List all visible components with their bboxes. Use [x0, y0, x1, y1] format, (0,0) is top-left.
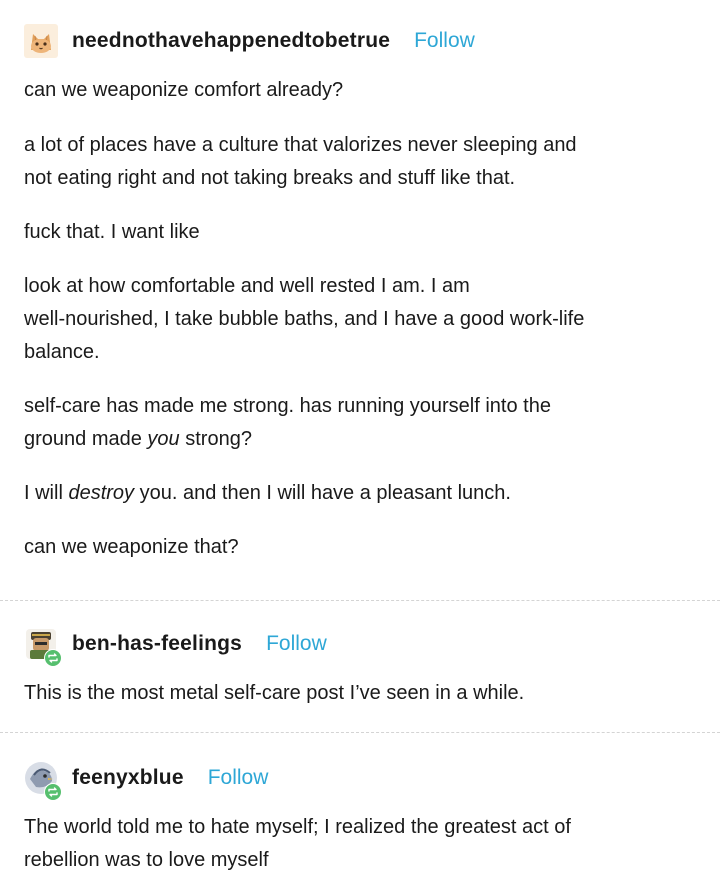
paragraph-line: balance.: [24, 341, 100, 363]
paragraph-line: ground made: [24, 428, 148, 450]
emphasis-text: destroy: [68, 482, 135, 504]
paragraph-line: fuck that. I want like: [24, 221, 200, 243]
character-avatar-icon[interactable]: [24, 627, 62, 667]
cat-avatar-icon[interactable]: [24, 24, 58, 58]
paragraph-line: a lot of places have a culture that valo…: [24, 134, 577, 156]
post-paragraph: a lot of places have a culture that valo…: [24, 129, 690, 195]
post-paragraph: look at how comfortable and well rested …: [24, 270, 690, 369]
post-paragraph: self-care has made me strong. has runnin…: [24, 390, 690, 456]
post-header: ben-has-feelings Follow: [24, 627, 690, 667]
paragraph-line: strong?: [179, 428, 252, 450]
post-paragraph: I will destroy you. and then I will have…: [24, 477, 690, 510]
paragraph-line: look at how comfortable and well rested …: [24, 275, 470, 297]
follow-button[interactable]: Follow: [208, 766, 269, 790]
bird-avatar-icon[interactable]: [24, 761, 62, 801]
follow-button[interactable]: Follow: [414, 29, 475, 53]
post-paragraph: This is the most metal self-care post I’…: [24, 677, 690, 710]
post-body: can we weaponize comfort already? a lot …: [24, 74, 690, 564]
username[interactable]: feenyxblue: [72, 766, 184, 790]
follow-button[interactable]: Follow: [266, 632, 327, 656]
post-original: neednothavehappenedtobetrue Follow can w…: [0, 0, 720, 600]
username[interactable]: neednothavehappenedtobetrue: [72, 29, 390, 53]
paragraph-line: can we weaponize that?: [24, 536, 239, 558]
paragraph-line: This is the most metal self-care post I’…: [24, 682, 525, 704]
post-paragraph: The world told me to hate myself; I real…: [24, 811, 690, 877]
paragraph-line: I will: [24, 482, 69, 504]
paragraph-line: not eating right and not taking breaks a…: [24, 167, 516, 189]
paragraph-line: self-care has made me strong. has runnin…: [24, 395, 551, 417]
paragraph-line: you. and then I will have a pleasant lun…: [134, 482, 511, 504]
username[interactable]: ben-has-feelings: [72, 632, 242, 656]
post-header: neednothavehappenedtobetrue Follow: [24, 24, 690, 58]
post-paragraph: can we weaponize that?: [24, 531, 690, 564]
paragraph-line: rebellion was to love myself: [24, 849, 269, 871]
paragraph-line: well-nourished, I take bubble baths, and…: [24, 308, 585, 330]
paragraph-line: The world told me to hate myself; I real…: [24, 816, 571, 838]
paragraph-line: can we weaponize comfort already?: [24, 79, 344, 101]
post-reblog: ben-has-feelings Follow This is the most…: [0, 601, 720, 732]
post-reblog: feenyxblue Follow The world told me to h…: [0, 733, 720, 893]
reblog-icon: [44, 783, 62, 801]
emphasis-text: you: [147, 428, 180, 450]
post-header: feenyxblue Follow: [24, 761, 690, 801]
post-paragraph: can we weaponize comfort already?: [24, 74, 690, 107]
post-paragraph: fuck that. I want like: [24, 216, 690, 249]
reblog-icon: [44, 649, 62, 667]
